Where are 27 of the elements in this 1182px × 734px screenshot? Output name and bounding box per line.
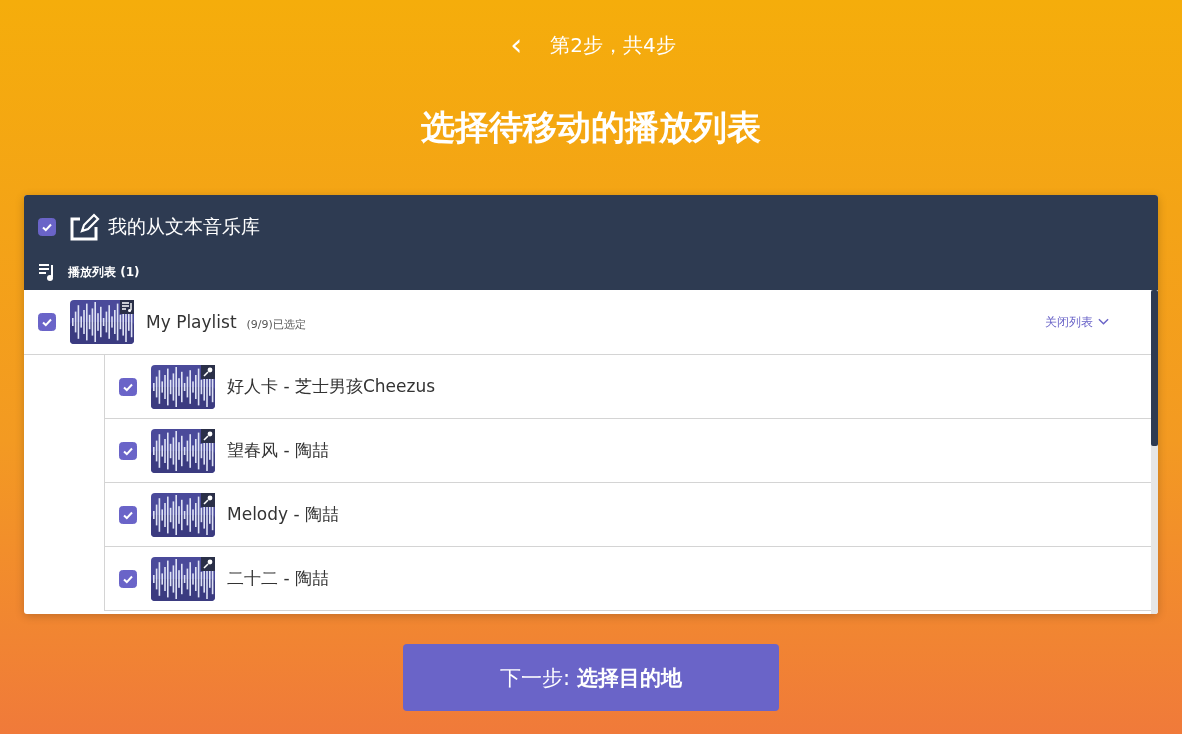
playlist-name: My Playlist bbox=[146, 312, 237, 332]
checkbox[interactable] bbox=[119, 377, 137, 396]
playlist-icon bbox=[120, 300, 134, 314]
checkbox[interactable] bbox=[119, 441, 137, 460]
microphone-icon bbox=[201, 364, 215, 379]
page-title: 选择待移动的播放列表 bbox=[421, 106, 761, 148]
microphone-icon bbox=[201, 428, 215, 443]
scrollbar[interactable] bbox=[1151, 290, 1158, 614]
scrollbar-thumb[interactable] bbox=[1151, 290, 1158, 446]
track-title: 望春风 - 陶喆 bbox=[227, 439, 329, 462]
section-label: 播放列表 (1) bbox=[68, 263, 140, 281]
microphone-icon bbox=[201, 556, 215, 571]
track-title: 二十二 - 陶喆 bbox=[227, 567, 329, 590]
selection-count: (9/9)已选定 bbox=[246, 316, 306, 332]
step-indicator: 第2步，共4步 bbox=[550, 31, 676, 59]
checkbox[interactable] bbox=[119, 505, 137, 524]
chevron-down-icon bbox=[1098, 318, 1109, 326]
next-step-button[interactable]: 下一步: 选择目的地 bbox=[403, 644, 779, 711]
checkbox[interactable] bbox=[119, 569, 137, 588]
checkbox[interactable] bbox=[38, 218, 56, 236]
track-title: Melody - 陶喆 bbox=[227, 503, 340, 526]
track-title: 好人卡 - 芝士男孩Cheezus bbox=[227, 375, 436, 398]
collapse-list-link[interactable]: 关闭列表 bbox=[1045, 313, 1109, 331]
edit-icon bbox=[70, 213, 100, 241]
library-name: 我的从文本音乐库 bbox=[108, 214, 260, 239]
checkbox[interactable] bbox=[38, 313, 56, 331]
microphone-icon bbox=[201, 492, 215, 507]
